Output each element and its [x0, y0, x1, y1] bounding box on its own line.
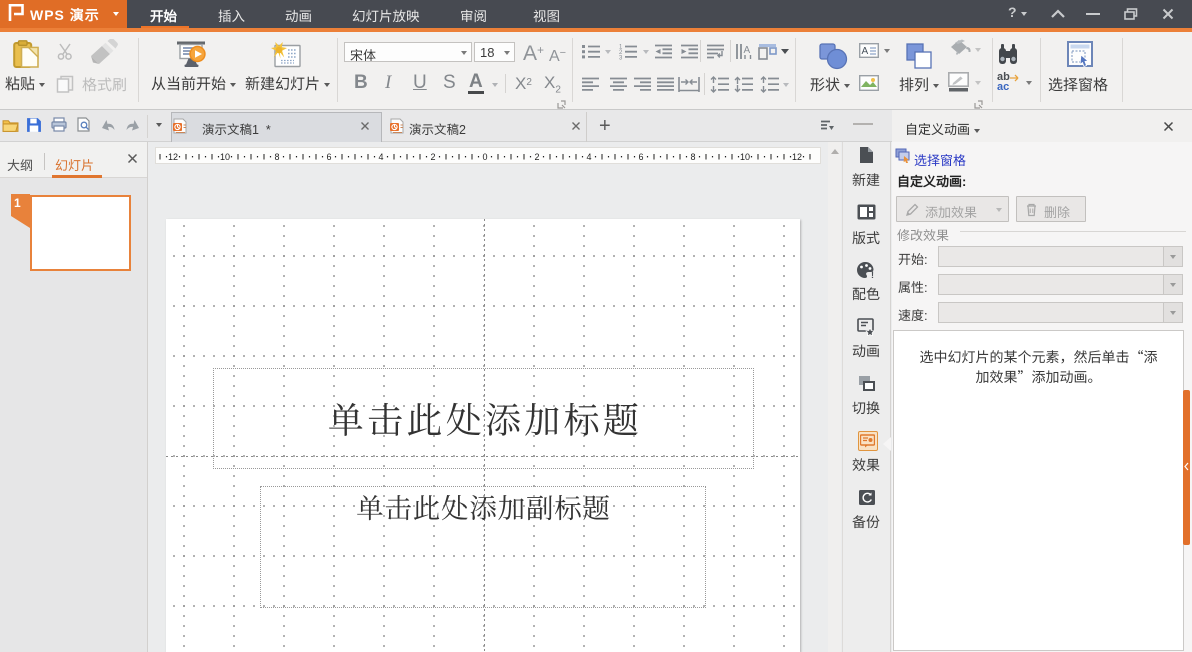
svg-text:8: 8: [274, 152, 279, 162]
svg-text:10: 10: [740, 152, 750, 162]
svg-text:0: 0: [482, 152, 487, 162]
svg-text:12: 12: [792, 152, 802, 162]
svg-text:6: 6: [326, 152, 331, 162]
svg-text:12: 12: [168, 152, 178, 162]
svg-text:3: 3: [619, 56, 623, 61]
svg-text:2: 2: [534, 152, 539, 162]
svg-text:4: 4: [586, 152, 591, 162]
svg-text:A: A: [744, 45, 751, 56]
svg-text:8: 8: [690, 152, 695, 162]
svg-text:4: 4: [378, 152, 383, 162]
svg-text:10: 10: [220, 152, 230, 162]
svg-text:!: !: [871, 270, 874, 279]
svg-text:A: A: [862, 46, 869, 57]
svg-text:6: 6: [638, 152, 643, 162]
svg-text:2: 2: [430, 152, 435, 162]
